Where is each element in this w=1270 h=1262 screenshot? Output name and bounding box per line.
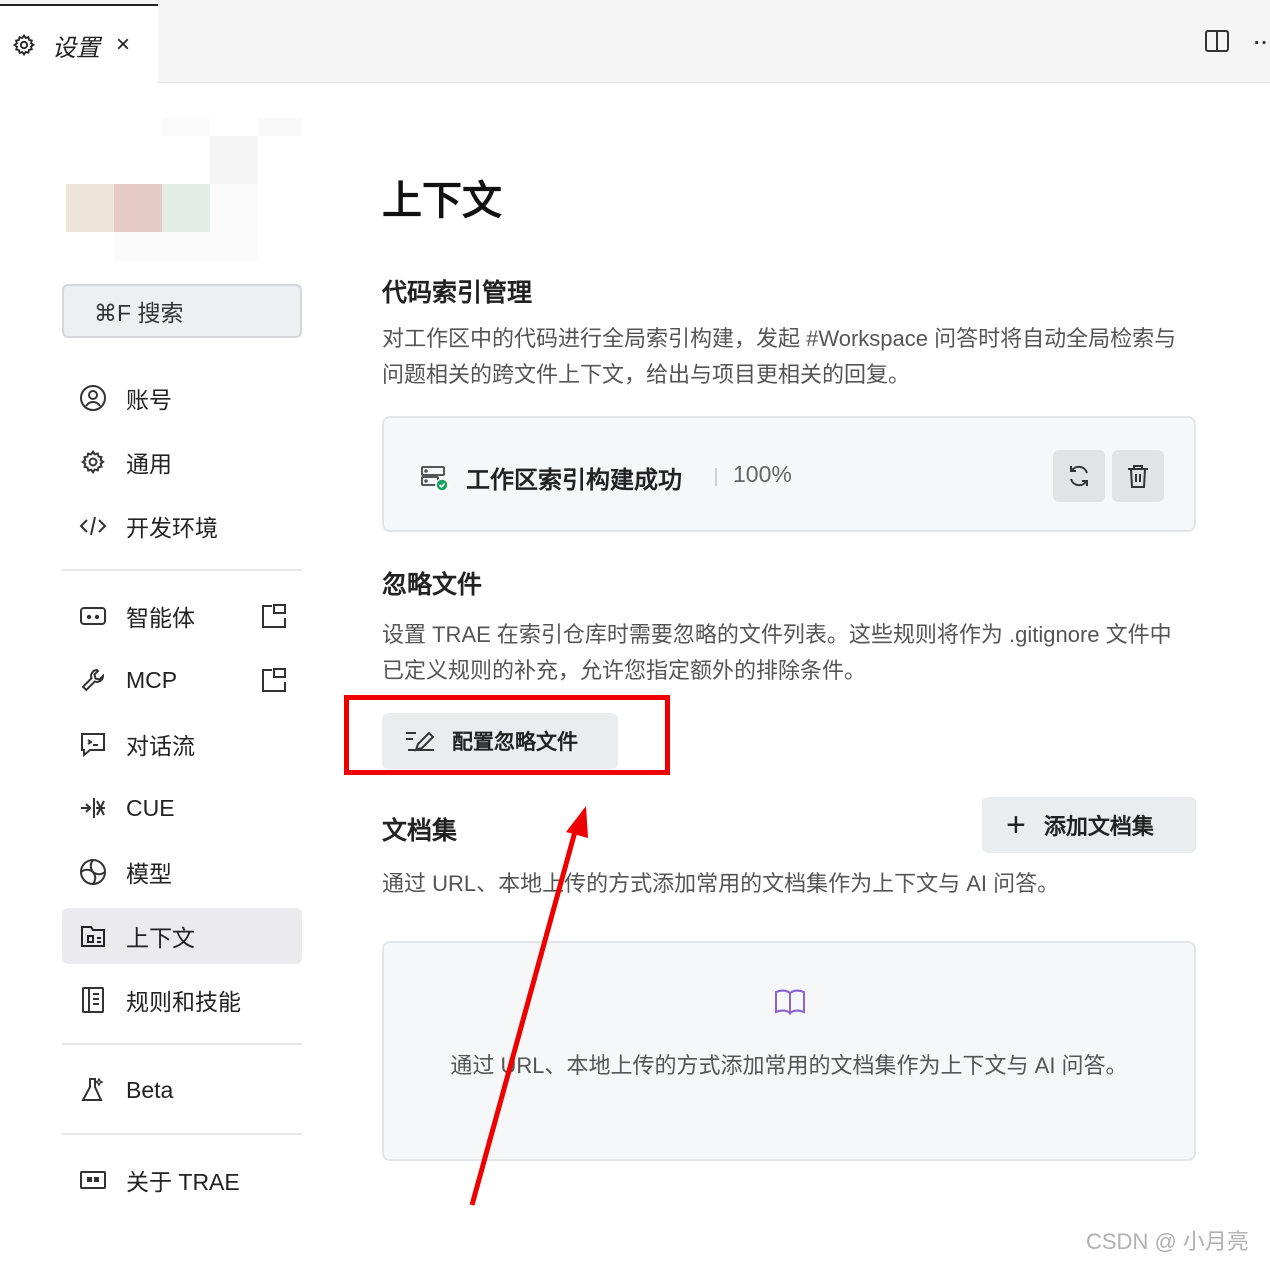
index-progress-percent: 100% [733,461,792,487]
sidebar-item-label: 上下文 [126,925,195,951]
sidebar-item-label: 规则和技能 [126,989,241,1015]
model-icon [78,857,108,887]
docs-empty-text: 通过 URL、本地上传的方式添加常用的文档集作为上下文与 AI 问答。 [450,1053,1128,1078]
index-status-card: 工作区索引构建成功 100% [382,416,1196,532]
sidebar-item-rules[interactable]: 规则和技能 [62,972,302,1028]
sidebar-item-label: 对话流 [126,733,195,759]
sidebar-item-context[interactable]: 上下文 [62,908,302,964]
section-title-docs: 文档集 [382,817,458,845]
sidebar-item-chat-flow[interactable]: 对话流 [62,716,302,772]
tab-bar: 设置 × ··· [0,0,1270,84]
sidebar-divider [62,1133,302,1135]
external-link-icon[interactable] [260,602,288,630]
sidebar-item-agent[interactable]: 智能体 [62,588,302,644]
sidebar-item-label: 关于 TRAE [126,1169,240,1195]
cue-icon [78,793,108,823]
section-title-ignore: 忽略文件 [382,571,483,599]
add-docs-button[interactable]: + 添加文档集 [982,797,1196,853]
sidebar-divider [62,1043,302,1045]
split-editor-icon[interactable] [1204,28,1230,54]
sidebar-item-label: CUE [126,794,175,821]
page-title: 上下文 [382,179,502,223]
wrench-icon [78,665,108,695]
section-title-index: 代码索引管理 [382,279,533,307]
sidebar-item-label: Beta [126,1076,174,1103]
sidebar-item-account[interactable]: 账号 [62,370,302,426]
avatar [66,118,302,262]
index-status-text: 工作区索引构建成功 [466,467,682,494]
about-icon [78,1165,108,1195]
status-separator [715,468,717,486]
highlight-box [344,695,670,775]
tab-label: 设置 [52,34,100,62]
delete-index-button[interactable] [1112,450,1164,502]
sidebar-item-mcp[interactable]: MCP [62,652,302,708]
book-icon [775,989,805,1015]
sidebar-item-about[interactable]: 关于 TRAE [62,1152,302,1208]
sidebar-item-beta[interactable]: Beta [62,1062,302,1118]
chat-flow-icon [78,729,108,759]
sidebar-item-model[interactable]: 模型 [62,844,302,900]
section-desc-ignore: 设置 TRAE 在索引仓库时需要忽略的文件列表。这些规则将作为 .gitigno… [382,622,1172,683]
gear-icon [12,33,36,57]
gear-icon [78,447,108,477]
trash-icon [1128,465,1148,488]
code-icon [78,511,108,541]
flask-icon [78,1075,108,1105]
section-desc-docs: 通过 URL、本地上传的方式添加常用的文档集作为上下文与 AI 问答。 [382,871,1060,896]
add-docs-label: 添加文档集 [1043,814,1154,839]
server-check-icon [421,466,449,492]
sidebar-item-label: 开发环境 [126,515,218,541]
sidebar-divider [62,569,302,571]
sidebar-item-label: MCP [126,666,178,693]
plus-icon: + [1006,806,1026,844]
search-input[interactable]: ⌘F 搜索 [62,284,302,338]
close-icon[interactable]: × [116,31,130,59]
tab-actions: ··· [1204,27,1270,55]
rules-icon [78,985,108,1015]
tab-settings[interactable]: 设置 × [0,4,158,84]
sidebar-item-label: 账号 [126,387,172,413]
sidebar-item-label: 通用 [126,451,172,477]
docs-empty-state: 通过 URL、本地上传的方式添加常用的文档集作为上下文与 AI 问答。 [382,941,1196,1161]
sidebar-item-label: 智能体 [126,605,195,631]
sidebar-item-cue[interactable]: CUE [62,780,302,836]
watermark: CSDN @ 小月亮 [1086,1229,1249,1254]
section-desc-index: 对工作区中的代码进行全局索引构建，发起 #Workspace 问答时将自动全局检… [382,326,1177,387]
sidebar-item-dev-env[interactable]: 开发环境 [62,498,302,554]
external-link-icon[interactable] [260,666,288,694]
sidebar-item-general[interactable]: 通用 [62,434,302,490]
more-icon[interactable]: ··· [1252,27,1270,55]
user-circle-icon [78,383,108,413]
refresh-icon [1070,465,1088,487]
agent-icon [78,601,108,631]
sidebar-item-label: 模型 [126,861,172,887]
context-icon [78,921,108,951]
rebuild-index-button[interactable] [1053,450,1105,502]
